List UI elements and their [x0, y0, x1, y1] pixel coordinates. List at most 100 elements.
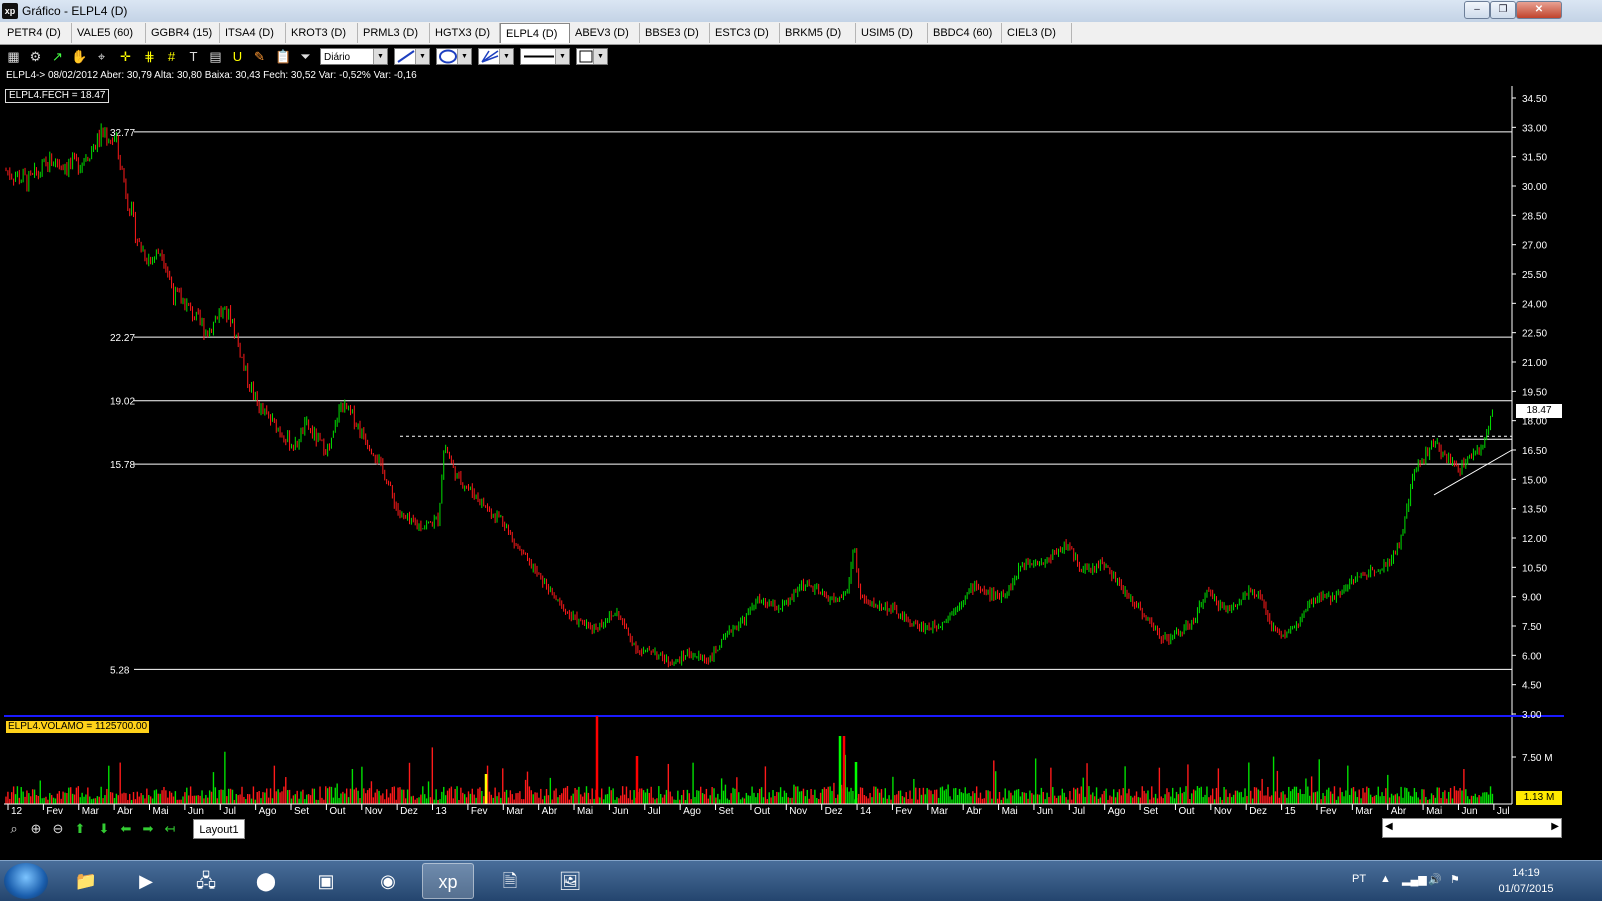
- time-tick-label: Mar: [82, 806, 100, 817]
- scroll-left-icon[interactable]: ◀: [1385, 821, 1393, 832]
- time-tick-label: Abr: [117, 806, 133, 817]
- tab-krot3[interactable]: KROT3 (D): [286, 23, 358, 43]
- color-select[interactable]: ▼: [576, 48, 608, 65]
- search-icon[interactable]: ⌕: [4, 820, 24, 838]
- filter-icon[interactable]: ⏷: [296, 47, 315, 66]
- chevron-down-icon: ▼: [593, 49, 607, 64]
- time-tick-label: Dez: [400, 806, 418, 817]
- volume-tick-label: 7.50 M: [1522, 753, 1553, 764]
- time-tick-label: Out: [1178, 806, 1194, 817]
- time-tick-label: Jul: [1497, 806, 1510, 817]
- gear-icon[interactable]: ⚙: [26, 47, 45, 66]
- language-indicator[interactable]: PT: [1352, 873, 1366, 885]
- xp-app-icon[interactable]: xp: [422, 863, 474, 899]
- price-tick-label: 9.00: [1522, 593, 1542, 604]
- layout-tab[interactable]: Layout1: [193, 819, 245, 839]
- network-icon[interactable]: 🖧: [180, 863, 232, 899]
- magnet-icon[interactable]: U: [228, 47, 247, 66]
- period-select[interactable]: Diário ▼: [320, 48, 388, 65]
- price-tick-label: 12.00: [1522, 534, 1547, 545]
- close-button[interactable]: ✕: [1516, 1, 1562, 19]
- tab-bbse3[interactable]: BBSE3 (D): [640, 23, 710, 43]
- minimize-button[interactable]: –: [1464, 1, 1490, 19]
- go-to-start-icon[interactable]: ↤: [160, 820, 180, 838]
- tab-bbdc4[interactable]: BBDC4 (60): [928, 23, 1002, 43]
- time-tick-label: Out: [754, 806, 770, 817]
- trend-icon[interactable]: ↗: [48, 47, 67, 66]
- arrow-right-icon[interactable]: ➡: [138, 820, 158, 838]
- shape-tool-select[interactable]: ▼: [436, 48, 472, 65]
- line-tool-icon: [397, 50, 415, 63]
- tab-brkm5[interactable]: BRKM5 (D): [780, 23, 856, 43]
- tray-expand-icon[interactable]: ▲: [1380, 873, 1391, 885]
- tab-itsa4[interactable]: ITSA4 (D): [220, 23, 286, 43]
- tab-abev3[interactable]: ABEV3 (D): [570, 23, 640, 43]
- line-tool-select[interactable]: ▼: [394, 48, 430, 65]
- time-tick-label: Jun: [1037, 806, 1053, 817]
- tab-elpl4[interactable]: ELPL4 (D): [500, 23, 570, 43]
- crosshair-icon[interactable]: ✛: [116, 47, 135, 66]
- time-tick-label: 15: [1285, 806, 1297, 817]
- ohlc-info-line: ELPL4-> 08/02/2012 Aber: 30,79 Alta: 30,…: [6, 70, 417, 81]
- taskbar-clock[interactable]: 14:19 01/07/2015: [1496, 865, 1556, 897]
- signal-icon[interactable]: ▂▄▆: [1402, 873, 1427, 886]
- chevron-down-icon: ▼: [415, 49, 429, 64]
- chrome-icon[interactable]: ◉: [362, 863, 414, 899]
- price-tick-label: 16.50: [1522, 446, 1547, 457]
- arrow-up-icon[interactable]: ⬆: [70, 820, 90, 838]
- zoom-out-icon[interactable]: ⊖: [48, 820, 68, 838]
- tab-prml3[interactable]: PRML3 (D): [358, 23, 430, 43]
- parallel-lines-icon[interactable]: ⋕: [140, 47, 159, 66]
- zoom-in-icon[interactable]: ⊕: [26, 820, 46, 838]
- zoom-area-icon[interactable]: ⌖: [92, 47, 111, 66]
- calculator-icon[interactable]: ▤: [206, 47, 225, 66]
- time-tick-label: Abr: [1391, 806, 1407, 817]
- tab-ggbr4[interactable]: GGBR4 (15): [146, 23, 220, 43]
- time-tick-label: Fev: [46, 806, 63, 817]
- horizontal-scrollbar[interactable]: ◀ ▶: [1382, 818, 1562, 838]
- windows-taskbar: 📁 ▶ 🖧 ⬤ ▣ ◉ xp 🗎 🖼 PT ▲ ▂▄▆ 🔊 ⚑ 14:19 01…: [0, 860, 1602, 901]
- text-tool-icon[interactable]: T: [184, 47, 203, 66]
- clock-time: 14:19: [1512, 867, 1540, 879]
- media-player-icon[interactable]: ▶: [120, 863, 172, 899]
- tab-petr4[interactable]: PETR4 (D): [2, 23, 72, 43]
- chart-type-icon[interactable]: ▦: [4, 47, 23, 66]
- grid-icon[interactable]: #: [162, 47, 181, 66]
- time-tick-label: Set: [719, 806, 734, 817]
- volume-icon[interactable]: 🔊: [1428, 873, 1442, 886]
- tab-estc3[interactable]: ESTC3 (D): [710, 23, 780, 43]
- line-style-select[interactable]: ▼: [520, 48, 570, 65]
- action-center-icon[interactable]: ⚑: [1450, 873, 1460, 886]
- eraser-icon[interactable]: ✎: [250, 47, 269, 66]
- time-tick-label: Mai: [153, 806, 169, 817]
- arrow-left-icon[interactable]: ⬅: [116, 820, 136, 838]
- tab-hgtx3[interactable]: HGTX3 (D): [430, 23, 500, 43]
- period-select-value: Diário: [324, 52, 351, 63]
- scroll-right-icon[interactable]: ▶: [1551, 821, 1559, 832]
- tab-vale5[interactable]: VALE5 (60): [72, 23, 146, 43]
- tab-usim5[interactable]: USIM5 (D): [856, 23, 928, 43]
- time-tick-label: Mar: [506, 806, 524, 817]
- explorer-icon[interactable]: 📁: [60, 863, 112, 899]
- price-tick-label: 15.00: [1522, 475, 1547, 486]
- fan-tool-select[interactable]: ▼: [478, 48, 514, 65]
- price-series-legend: ELPL4.FECH = 18.47: [5, 89, 110, 103]
- arrow-down-icon[interactable]: ⬇: [94, 820, 114, 838]
- price-tick-label: 30.00: [1522, 182, 1547, 193]
- image-viewer-icon[interactable]: 🖼: [544, 863, 596, 899]
- time-tick-label: Fev: [895, 806, 912, 817]
- start-button[interactable]: [4, 863, 48, 899]
- document-icon[interactable]: 🗎: [484, 863, 536, 899]
- tab-ciel3[interactable]: CIEL3 (D): [1002, 23, 1072, 43]
- price-chart[interactable]: 34.50 33.00 31.50 30.00 28.50 27.00 25.50 24.00…: [4, 86, 1564, 826]
- maximize-button[interactable]: ❐: [1490, 1, 1516, 19]
- time-tick-label: Abr: [542, 806, 558, 817]
- scanner-icon[interactable]: ▣: [300, 863, 352, 899]
- window-title: Gráfico - ELPL4 (D): [22, 4, 128, 18]
- hp-icon[interactable]: ⬤: [240, 863, 292, 899]
- clipboard-icon[interactable]: 📋: [274, 47, 293, 66]
- price-tick-label: 4.50: [1522, 681, 1542, 692]
- price-tick-label: 18.00: [1522, 417, 1547, 428]
- hand-icon[interactable]: ✋: [70, 47, 89, 66]
- time-tick-label: Jul: [223, 806, 236, 817]
